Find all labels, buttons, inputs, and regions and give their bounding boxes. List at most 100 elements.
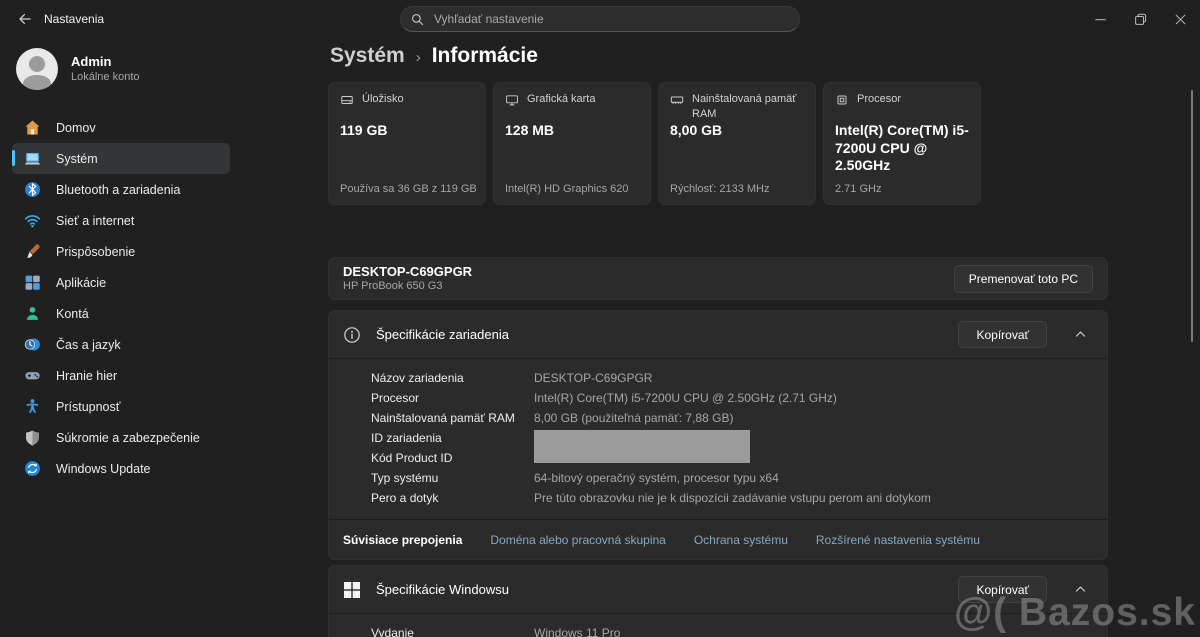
titlebar: Nastavenia xyxy=(0,0,1200,38)
user-profile[interactable]: Admin Lokálne konto xyxy=(0,38,300,90)
sidebar-item-label: Windows Update xyxy=(56,461,151,476)
device-specs-header[interactable]: Špecifikácie zariadenia Kopírovať xyxy=(329,311,1107,358)
cpu-icon xyxy=(835,93,849,107)
vertical-scrollbar[interactable] xyxy=(1191,90,1193,342)
sidebar-item-time-language[interactable]: Čas a jazyk xyxy=(12,329,230,360)
sidebar-item-privacy[interactable]: Súkromie a zabezpečenie xyxy=(12,422,230,453)
system-icon xyxy=(24,150,41,167)
sidebar-item-windows-update[interactable]: Windows Update xyxy=(12,453,230,484)
card-caption: Intel(R) HD Graphics 620 xyxy=(505,183,629,195)
card-gpu: Grafická karta 128 MB Intel(R) HD Graphi… xyxy=(493,82,651,205)
device-name-card: DESKTOP-C69GPGR HP ProBook 650 G3 Premen… xyxy=(328,257,1108,300)
card-title: Grafická karta xyxy=(527,93,596,105)
link-system-protection[interactable]: Ochrana systému xyxy=(694,533,788,547)
device-specs-section: Špecifikácie zariadenia Kopírovať Názov … xyxy=(328,310,1108,560)
windows-specs-title: Špecifikácie Windowsu xyxy=(376,582,509,597)
card-value: 119 GB xyxy=(340,122,388,138)
sidebar-item-network[interactable]: Sieť a internet xyxy=(12,205,230,236)
restore-button[interactable] xyxy=(1120,0,1160,38)
sidebar-nav: Domov Systém Bluetooth a zariadenia Sieť… xyxy=(0,112,300,484)
sidebar-item-label: Hranie hier xyxy=(56,368,118,383)
chevron-up-icon[interactable] xyxy=(1074,328,1087,341)
clock-icon xyxy=(24,336,41,353)
sidebar-item-system[interactable]: Systém xyxy=(12,143,230,174)
sidebar-item-label: Súkromie a zabezpečenie xyxy=(56,430,200,445)
info-icon xyxy=(344,326,360,343)
sidebar-item-apps[interactable]: Aplikácie xyxy=(12,267,230,298)
profile-subtitle: Lokálne konto xyxy=(71,71,140,83)
chevron-right-icon: › xyxy=(415,49,421,66)
sidebar-item-bluetooth[interactable]: Bluetooth a zariadenia xyxy=(12,174,230,205)
card-value: 128 MB xyxy=(505,122,555,138)
wifi-icon xyxy=(24,212,41,229)
storage-icon xyxy=(340,93,354,107)
spec-row: Nainštalovaná pamäť RAM 8,00 GB (použite… xyxy=(371,411,734,425)
minimize-button[interactable] xyxy=(1080,0,1120,38)
ram-icon xyxy=(670,93,684,107)
breadcrumb-system[interactable]: Systém xyxy=(330,44,405,68)
card-value: 8,00 GB xyxy=(670,122,723,138)
bazos-watermark: @( Bazos.sk xyxy=(954,591,1196,635)
sidebar-item-label: Prispôsobenie xyxy=(56,244,136,259)
window-title: Nastavenia xyxy=(44,12,105,26)
sidebar-item-label: Aplikácie xyxy=(56,275,107,290)
restore-icon xyxy=(1134,13,1146,25)
card-cpu: Procesor Intel(R) Core(TM) i5-7200U CPU … xyxy=(823,82,981,205)
copy-device-specs-button[interactable]: Kopírovať xyxy=(958,321,1047,348)
search-input[interactable] xyxy=(432,11,789,27)
update-arrows-icon xyxy=(24,460,41,477)
close-icon xyxy=(1175,14,1185,24)
sidebar-item-personalization[interactable]: Prispôsobenie xyxy=(12,236,230,267)
rename-pc-button[interactable]: Premenovať toto PC xyxy=(953,264,1093,293)
sidebar: Admin Lokálne konto Domov Systém Bluetoo… xyxy=(0,38,300,637)
card-storage: Úložisko 119 GB Používa sa 36 GB z 119 G… xyxy=(328,82,486,205)
sidebar-item-label: Sieť a internet xyxy=(56,213,135,228)
sidebar-item-label: Domov xyxy=(56,120,96,135)
sidebar-item-accounts[interactable]: Kontá xyxy=(12,298,230,329)
window-controls xyxy=(1080,0,1200,38)
back-button[interactable] xyxy=(14,8,36,30)
bluetooth-icon xyxy=(24,181,41,198)
sidebar-item-label: Bluetooth a zariadenia xyxy=(56,182,181,197)
person-icon xyxy=(24,305,41,322)
close-button[interactable] xyxy=(1160,0,1200,38)
paintbrush-icon xyxy=(24,243,41,260)
shield-icon xyxy=(24,429,41,446)
card-caption: 2.71 GHz xyxy=(835,183,882,195)
link-advanced-system-settings[interactable]: Rozšírené nastavenia systému xyxy=(816,533,980,547)
apps-grid-icon xyxy=(24,274,41,291)
device-specs-title: Špecifikácie zariadenia xyxy=(376,327,509,342)
breadcrumb: Systém › Informácie xyxy=(330,44,538,68)
summary-cards: Úložisko 119 GB Používa sa 36 GB z 119 G… xyxy=(328,82,981,205)
spec-row: Procesor Intel(R) Core(TM) i5-7200U CPU … xyxy=(371,391,837,405)
sidebar-item-gaming[interactable]: Hranie hier xyxy=(12,360,230,391)
settings-window: Nastavenia Vyhľadať nastavenie Admin Lok… xyxy=(0,0,1200,637)
sidebar-item-home[interactable]: Domov xyxy=(12,112,230,143)
home-icon xyxy=(24,119,41,136)
arrow-left-icon xyxy=(19,13,31,25)
sidebar-item-label: Kontá xyxy=(56,306,89,321)
related-links-row: Súvisiace prepojenia Doména alebo pracov… xyxy=(329,519,1107,559)
search-box[interactable] xyxy=(400,6,800,32)
card-ram: Nainštalovaná pamäť RAM 8,00 GB Rýchlosť… xyxy=(658,82,816,205)
sidebar-item-label: Čas a jazyk xyxy=(56,337,121,352)
avatar xyxy=(16,48,58,90)
minimize-icon xyxy=(1094,18,1106,20)
search-icon xyxy=(411,13,424,25)
card-caption: Rýchlosť: 2133 MHz xyxy=(670,183,770,195)
device-specs-rows: Názov zariadenia DESKTOP-C69GPGR Proceso… xyxy=(329,358,1107,519)
card-caption: Používa sa 36 GB z 119 GB xyxy=(340,183,477,195)
link-domain-or-workgroup[interactable]: Doména alebo pracovná skupina xyxy=(490,533,665,547)
redacted-device-id-block xyxy=(534,430,750,463)
accessibility-person-icon xyxy=(24,398,41,415)
sidebar-item-accessibility[interactable]: Prístupnosť xyxy=(12,391,230,422)
sidebar-item-label: Systém xyxy=(56,151,98,166)
profile-name: Admin xyxy=(71,54,112,69)
device-name: DESKTOP-C69GPGR xyxy=(343,264,473,279)
card-title: Procesor xyxy=(857,93,902,105)
card-title: Úložisko xyxy=(362,93,404,105)
windows-logo-icon xyxy=(344,581,360,598)
spec-row: Typ systému 64-bitový operačný systém, p… xyxy=(371,471,779,485)
spec-row: Pero a dotyk Pre túto obrazovku nie je k… xyxy=(371,491,931,505)
page-title: Informácie xyxy=(431,44,538,67)
